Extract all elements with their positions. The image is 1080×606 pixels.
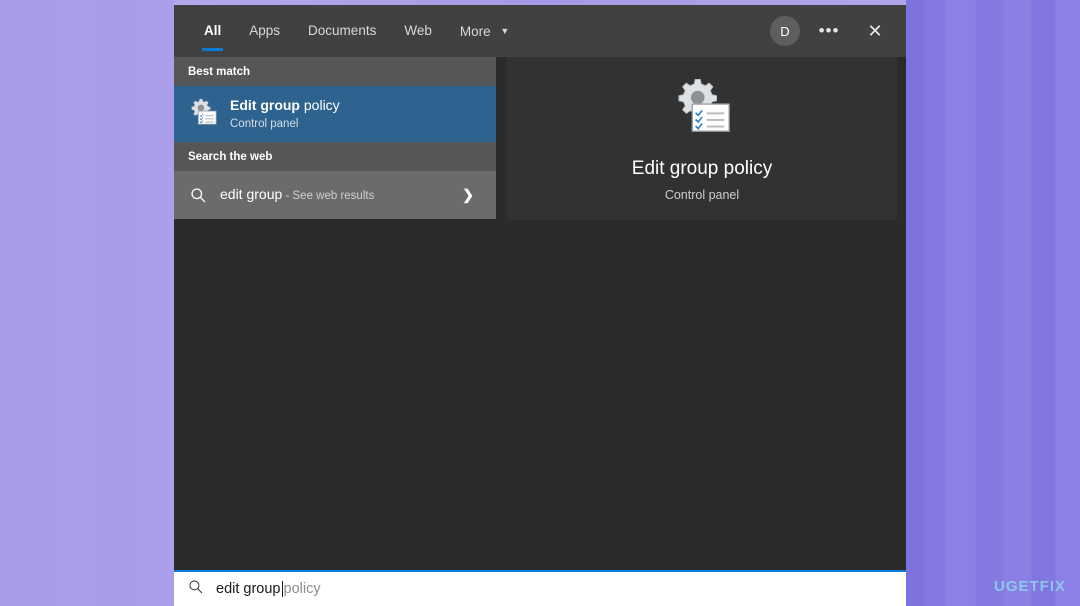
search-input-suggestion: policy bbox=[283, 581, 321, 597]
wallpaper-right-band bbox=[906, 0, 1080, 606]
best-match-result-row[interactable]: Edit group policy Control panel bbox=[174, 86, 496, 142]
tab-apps[interactable]: Apps bbox=[235, 5, 294, 57]
tab-apps-label: Apps bbox=[249, 23, 281, 38]
tab-all[interactable]: All bbox=[190, 5, 235, 57]
search-results-body: Best match Edit group policy Control pan… bbox=[174, 57, 906, 570]
ellipsis-icon: ••• bbox=[818, 21, 840, 40]
tab-web-label: Web bbox=[404, 23, 432, 38]
start-search-flyout: All Apps Documents Web More ▼ D ••• ✕ Be… bbox=[174, 5, 906, 570]
more-options-button[interactable]: ••• bbox=[812, 14, 846, 48]
chevron-down-icon: ▼ bbox=[500, 26, 510, 36]
best-match-text: Edit group policy Control panel bbox=[230, 96, 340, 132]
avatar[interactable]: D bbox=[770, 16, 800, 46]
tab-more[interactable]: More ▼ bbox=[446, 5, 523, 57]
search-filter-tabbar: All Apps Documents Web More ▼ D ••• ✕ bbox=[174, 5, 906, 57]
text-cursor bbox=[281, 581, 283, 597]
web-result-text: edit group - See web results bbox=[220, 185, 374, 206]
group-policy-icon bbox=[188, 97, 218, 132]
tab-all-label: All bbox=[204, 23, 222, 38]
best-match-title-match: Edit group bbox=[230, 96, 300, 113]
web-result-query: edit group bbox=[220, 185, 283, 202]
screen: All Apps Documents Web More ▼ D ••• ✕ Be… bbox=[0, 0, 1080, 606]
search-input-typed-value: edit group bbox=[216, 581, 281, 597]
wallpaper-left-band bbox=[0, 0, 174, 606]
search-input[interactable]: edit group policy bbox=[216, 581, 321, 597]
search-icon bbox=[188, 187, 208, 204]
tab-documents-label: Documents bbox=[308, 23, 377, 38]
tab-documents[interactable]: Documents bbox=[294, 5, 390, 57]
web-result-row[interactable]: edit group - See web results ❯ bbox=[174, 171, 496, 219]
web-result-tail: - See web results bbox=[282, 189, 375, 202]
best-match-subtitle: Control panel bbox=[230, 118, 299, 131]
tab-web[interactable]: Web bbox=[390, 5, 446, 57]
watermark: UGETFIX bbox=[993, 578, 1066, 595]
results-left-column: Best match Edit group policy Control pan… bbox=[174, 57, 496, 219]
group-policy-icon bbox=[671, 75, 733, 142]
best-match-header: Best match bbox=[174, 57, 496, 86]
taskbar bbox=[0, 597, 1080, 606]
chevron-right-icon[interactable]: ❯ bbox=[462, 187, 474, 204]
close-icon: ✕ bbox=[867, 20, 883, 41]
preview-card: Edit group policy Control panel bbox=[507, 57, 897, 220]
search-the-web-header: Search the web bbox=[174, 142, 496, 171]
avatar-initial: D bbox=[780, 23, 790, 39]
close-button[interactable]: ✕ bbox=[858, 14, 892, 48]
header-actions: D ••• ✕ bbox=[770, 5, 892, 57]
preview-title: Edit group policy bbox=[631, 158, 773, 179]
best-match-title-rest: policy bbox=[300, 96, 340, 113]
tab-more-label: More bbox=[459, 24, 491, 39]
preview-subtitle: Control panel bbox=[664, 188, 740, 202]
best-match-title: Edit group policy bbox=[230, 96, 340, 114]
